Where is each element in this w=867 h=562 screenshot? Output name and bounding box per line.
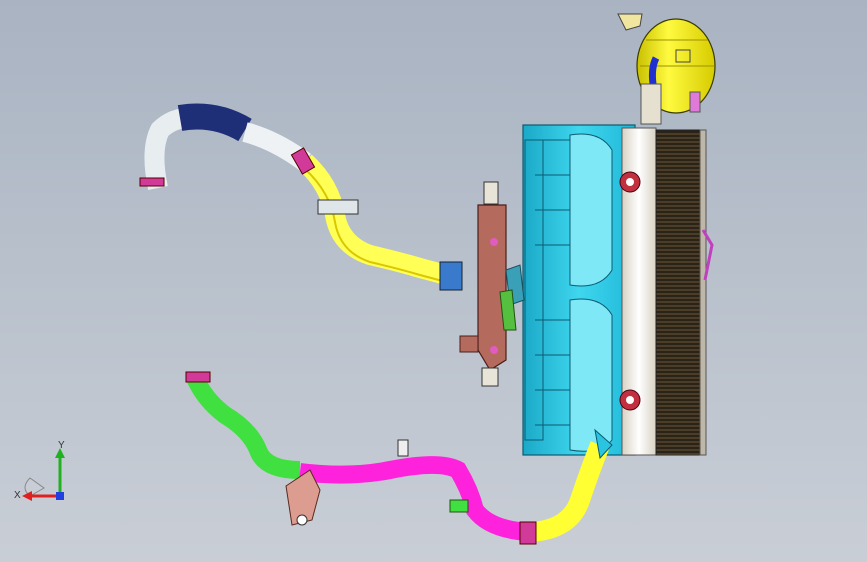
cad-viewport[interactable]: Y X [0, 0, 867, 562]
y-axis-label: Y [58, 440, 65, 451]
x-axis-label: X [14, 490, 21, 501]
coolant-reservoir[interactable] [617, 13, 716, 125]
radiator[interactable] [619, 127, 714, 456]
upper-hose[interactable] [139, 103, 463, 291]
axis-triad: Y X [10, 438, 80, 508]
mounting-bracket[interactable] [459, 181, 525, 387]
fan-shroud[interactable] [522, 124, 636, 456]
assembly-model[interactable] [0, 0, 867, 562]
